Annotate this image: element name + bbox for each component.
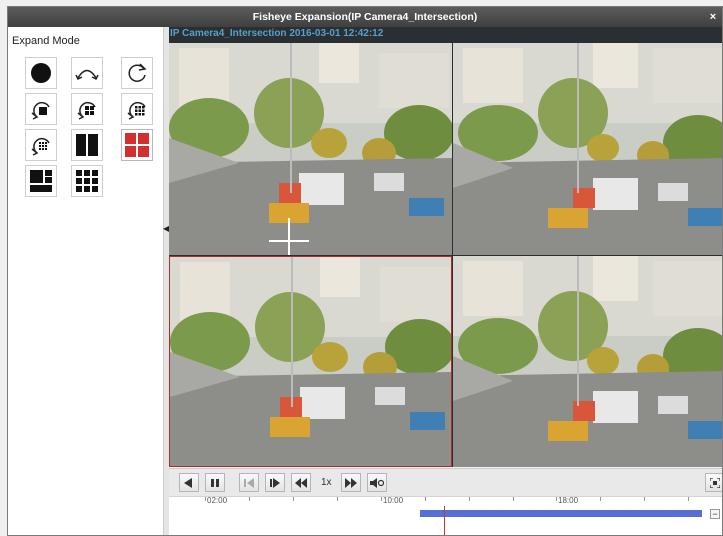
mode-arc-button[interactable] [71, 57, 103, 89]
stop-button[interactable] [179, 473, 199, 492]
video-cell-4[interactable] [453, 256, 722, 467]
four-panel-icon [125, 133, 149, 157]
mode-rotate-single-button[interactable] [25, 93, 57, 125]
mode-rotate-grid-button[interactable] [25, 129, 57, 161]
timeline-label-0200: 02:00 [207, 496, 228, 505]
fullscreen-button[interactable] [705, 473, 722, 492]
mode-rotate-9-button[interactable] [121, 93, 153, 125]
mode-circle-button[interactable] [25, 57, 57, 89]
pause-icon [211, 478, 219, 487]
timeline-cursor[interactable] [444, 506, 445, 535]
video-cell-2[interactable] [453, 43, 722, 255]
title-bar: Fisheye Expansion(IP Camera4_Intersectio… [8, 7, 722, 27]
expand-mode-panel: Expand Mode [8, 27, 163, 535]
video-cell-3[interactable] [169, 256, 452, 467]
frame-backward-icon [244, 477, 254, 488]
audio-button[interactable] [367, 473, 387, 492]
camera-overlay-text: IP Camera4_Intersection 2016-03-01 12:42… [170, 28, 384, 39]
fullscreen-icon [710, 477, 720, 488]
close-button[interactable]: × [706, 7, 720, 27]
timeline-label-1000: 10:00 [383, 496, 404, 505]
mode-rotate-button[interactable] [121, 57, 153, 89]
stop-triangle-icon [184, 477, 192, 488]
rotate-grid-view-icon [31, 137, 50, 156]
mode-four-panel-button[interactable] [121, 129, 153, 161]
expand-mode-label: Expand Mode [12, 35, 80, 47]
one-plus-eight-icon [76, 170, 98, 192]
rotate-4-view-icon [77, 101, 96, 120]
one-plus-three-icon [30, 170, 52, 192]
fast-forward-icon [345, 477, 357, 488]
slow-backward-button[interactable] [239, 473, 259, 492]
video-cell-1[interactable] [169, 43, 452, 255]
street-scene-image [453, 256, 722, 467]
playback-controls: 1x [169, 468, 722, 496]
mode-one-plus-eight-button[interactable] [71, 165, 103, 197]
pause-button[interactable] [205, 473, 225, 492]
rotate-clockwise-icon [128, 63, 147, 82]
two-panel-icon [76, 134, 98, 156]
rotate-9-view-icon [127, 101, 146, 120]
speed-label: 1x [321, 477, 332, 488]
frame-forward-icon [270, 477, 280, 488]
video-area: IP Camera4_Intersection 2016-03-01 12:42… [169, 27, 722, 467]
rewind-icon [295, 477, 307, 488]
window-title: Fisheye Expansion(IP Camera4_Intersectio… [252, 11, 478, 23]
speaker-icon [370, 477, 384, 488]
mode-two-panel-button[interactable] [71, 129, 103, 161]
rewind-button[interactable] [291, 473, 311, 492]
mode-rotate-4-button[interactable] [71, 93, 103, 125]
fisheye-expansion-window: Fisheye Expansion(IP Camera4_Intersectio… [7, 6, 723, 536]
timeline-label-1800: 18:00 [558, 496, 579, 505]
street-scene-image [169, 43, 452, 255]
arc-arrows-icon [75, 69, 99, 81]
slow-forward-button[interactable] [265, 473, 285, 492]
timeline[interactable]: 02:00 10:00 18:00 − + [169, 496, 722, 535]
timeline-ruler: 02:00 10:00 18:00 [177, 496, 697, 505]
rotate-single-view-icon [31, 101, 50, 120]
street-scene-image [453, 43, 722, 255]
circle-icon [31, 63, 51, 83]
street-scene-image [170, 257, 451, 466]
recording-segment [420, 510, 702, 517]
fast-forward-button[interactable] [341, 473, 361, 492]
zoom-out-button[interactable]: − [710, 509, 720, 519]
mode-one-plus-three-button[interactable] [25, 165, 57, 197]
